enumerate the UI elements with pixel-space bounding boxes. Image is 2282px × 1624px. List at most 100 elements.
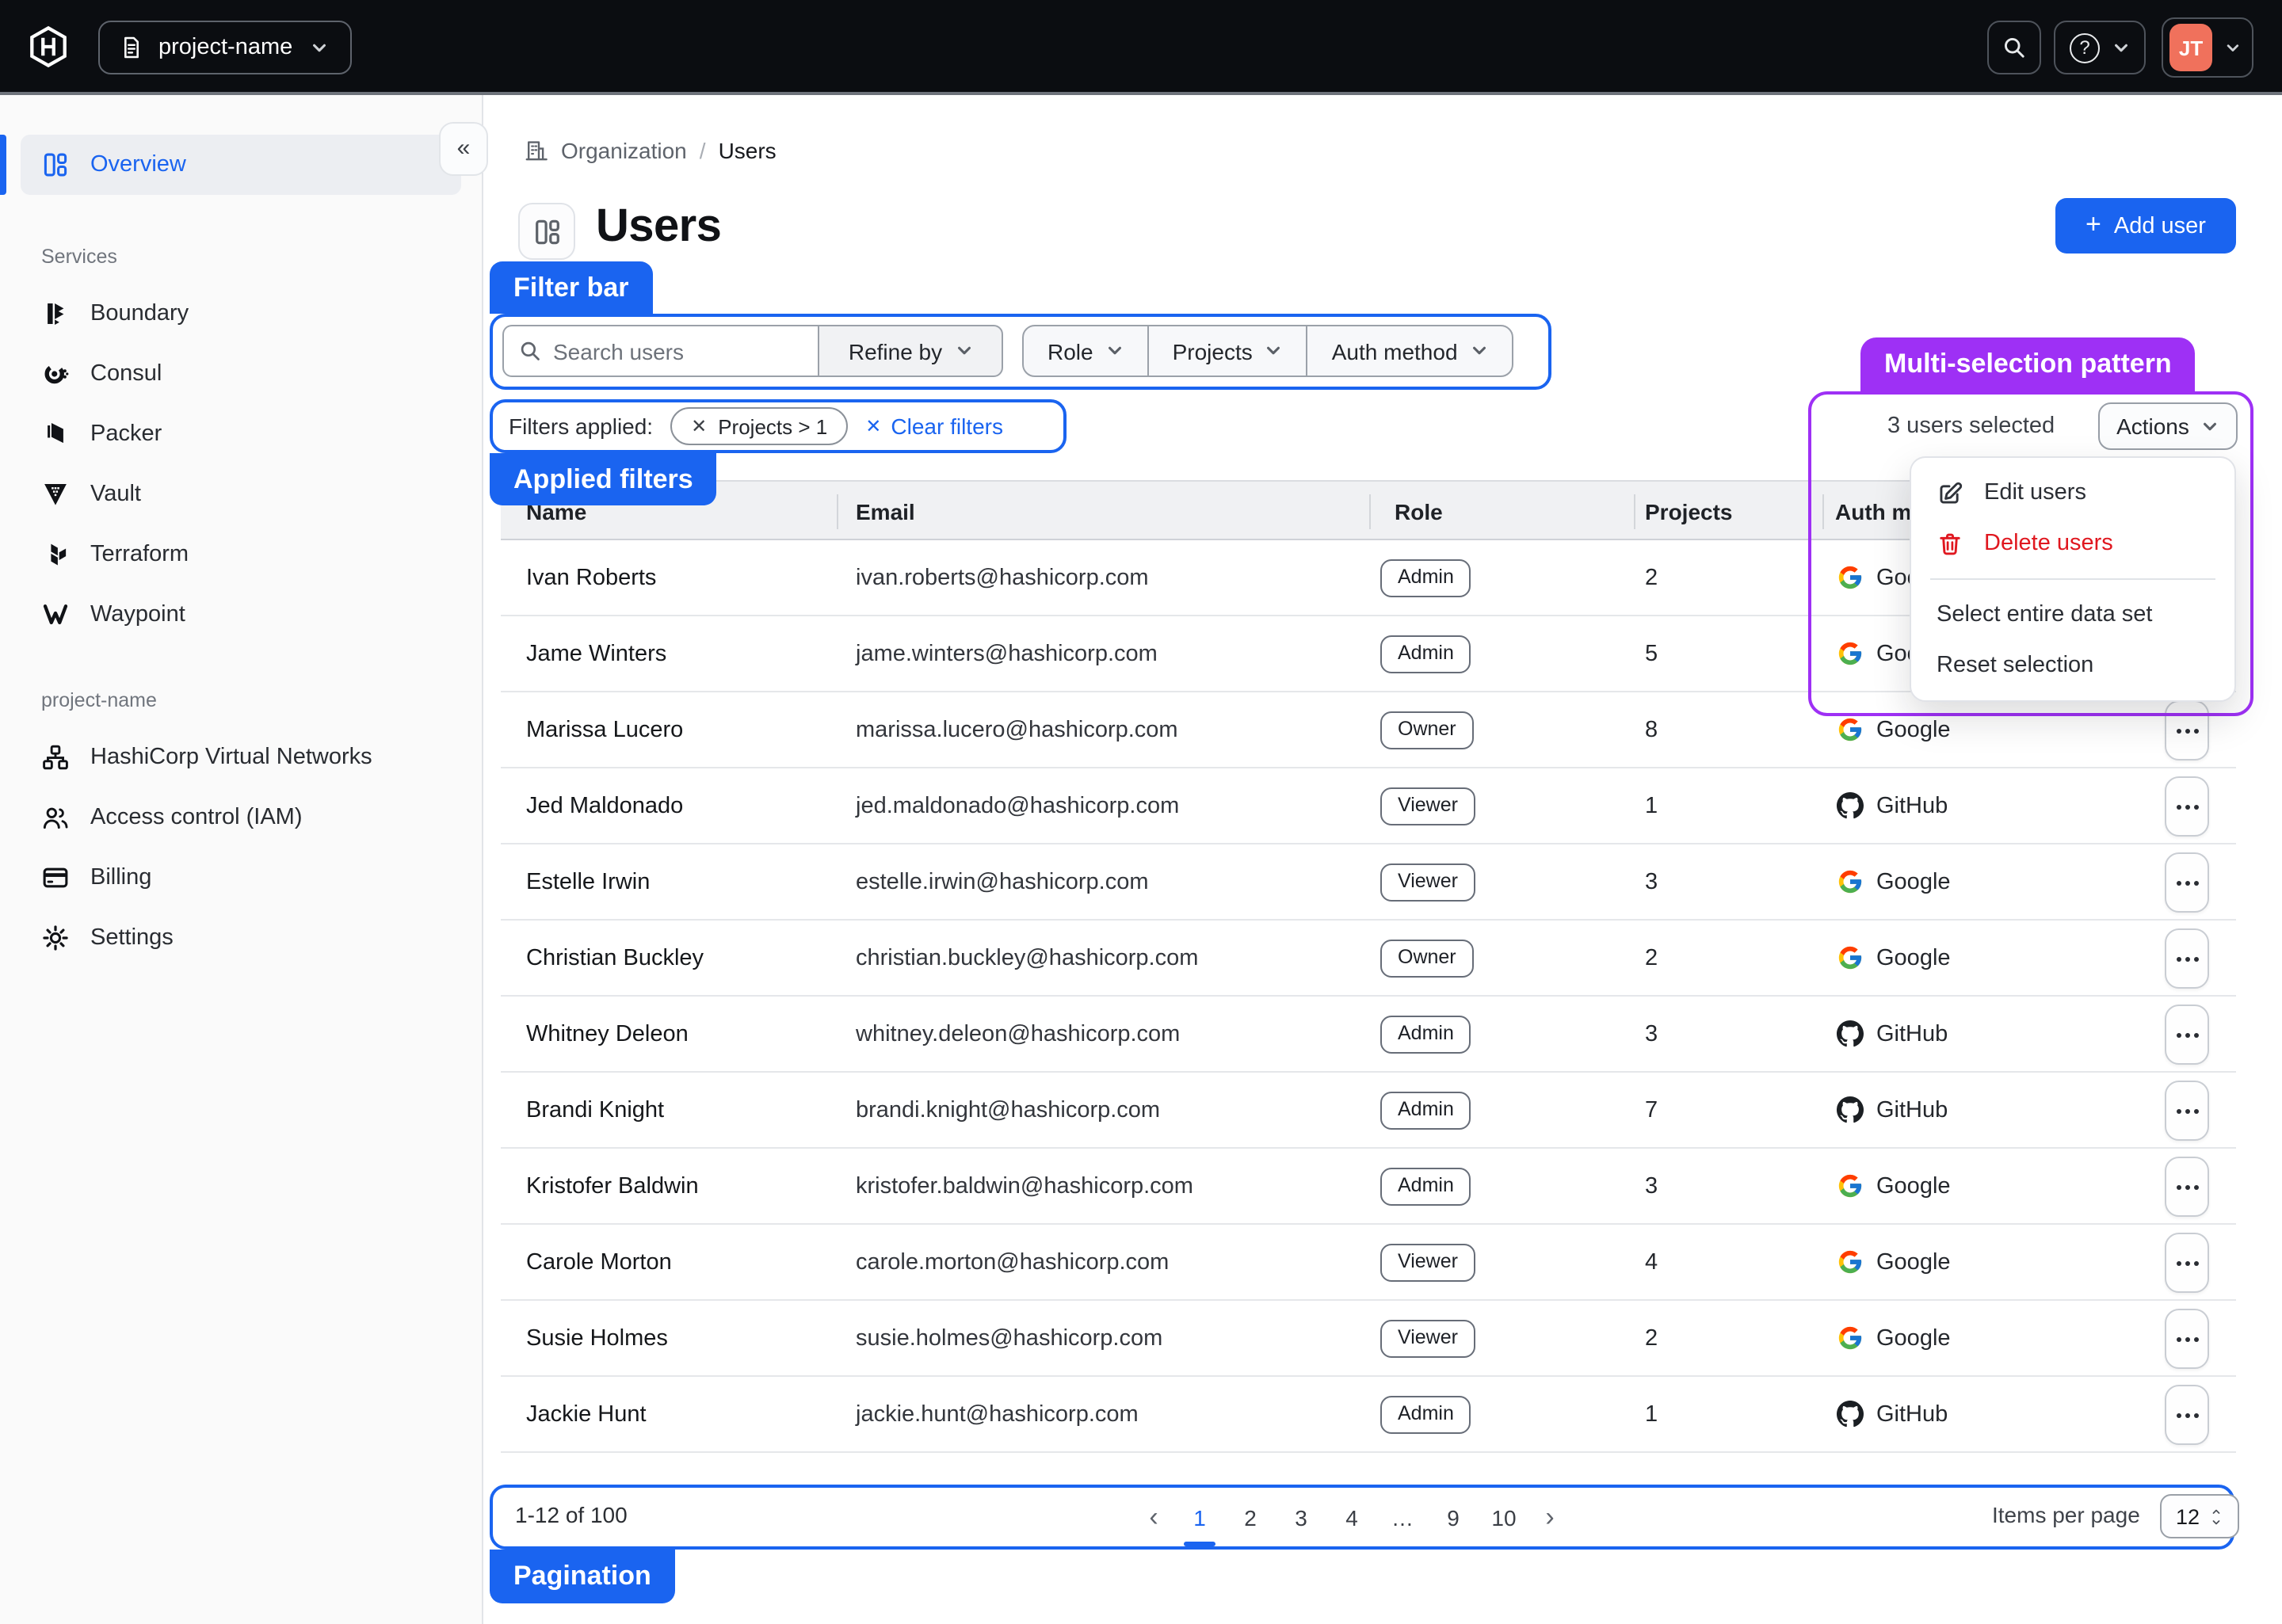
sidebar-item-overview[interactable]: Overview (21, 135, 461, 195)
items-per-page-select[interactable]: 12 (2160, 1494, 2239, 1538)
page-number[interactable]: … (1377, 1488, 1428, 1546)
row-overflow-button[interactable] (2165, 852, 2209, 913)
page-number[interactable]: 10 (1479, 1488, 1529, 1546)
auth-provider: Google (1876, 844, 1951, 921)
refine-by-dropdown[interactable]: Refine by (818, 325, 1003, 377)
auth-provider-icon (1837, 564, 1864, 591)
chevron-down-icon (955, 342, 972, 360)
auth-provider-icon (1837, 1020, 1864, 1047)
sidebar-item-service[interactable]: Consul (21, 344, 461, 404)
table-row: Carole Morton carole.morton@hashicorp.co… (501, 1225, 2236, 1301)
page-number[interactable]: 9 (1428, 1488, 1479, 1546)
avatar: JT (2169, 24, 2212, 71)
sidebar-item-project[interactable]: HashiCorp Virtual Networks (21, 727, 461, 787)
actions-menu-item[interactable]: Delete users (1911, 518, 2234, 569)
project-section-label: project-name (41, 689, 441, 711)
filter-search-group: Refine by (502, 325, 1003, 377)
close-icon: ✕ (865, 417, 881, 436)
row-overflow-button[interactable] (2165, 1385, 2209, 1445)
previous-page-button[interactable]: ‹ (1133, 1488, 1174, 1546)
row-overflow-button[interactable] (2165, 1157, 2209, 1217)
sidebar-item-label: Access control (IAM) (90, 805, 303, 830)
user-email: christian.buckley@hashicorp.com (856, 921, 1198, 997)
user-name: Jackie Hunt (526, 1377, 647, 1453)
page-number[interactable]: 2 (1225, 1488, 1276, 1546)
sidebar-collapse-button[interactable]: « (439, 122, 488, 176)
help-menu-button[interactable]: ? (2054, 21, 2146, 74)
building-icon (523, 138, 548, 163)
row-overflow-button[interactable] (2165, 1233, 2209, 1293)
sidebar-item-service[interactable]: Boundary (21, 284, 461, 344)
actions-button[interactable]: Actions (2098, 402, 2238, 450)
sidebar-item-project[interactable]: Settings (21, 908, 461, 968)
user-email: marissa.lucero@hashicorp.com (856, 692, 1178, 768)
row-overflow-button[interactable] (2165, 1081, 2209, 1141)
service-icon (41, 480, 70, 509)
row-overflow-button[interactable] (2165, 776, 2209, 837)
add-user-button[interactable]: + Add user (2055, 198, 2236, 254)
sidebar: Overview Services Boundary Consul Packer… (0, 95, 483, 1624)
role-badge: Owner (1380, 940, 1474, 977)
project-item-icon (41, 743, 70, 772)
sidebar-item-project[interactable]: Billing (21, 848, 461, 908)
filter-dropdown-group: Role Projects Auth method (1022, 325, 1513, 377)
sidebar-item-label: Overview (90, 152, 186, 177)
role-badge: Admin (1380, 559, 1471, 597)
dismiss-icon[interactable]: ✕ (691, 417, 707, 436)
role-badge: Admin (1380, 1092, 1471, 1129)
search-input[interactable] (502, 325, 818, 377)
table-row: Estelle Irwin estelle.irwin@hashicorp.co… (501, 844, 2236, 921)
sidebar-item-service[interactable]: Terraform (21, 524, 461, 585)
user-email: kristofer.baldwin@hashicorp.com (856, 1149, 1193, 1225)
filter-dropdown[interactable]: Auth method (1307, 326, 1512, 376)
row-overflow-button[interactable] (2165, 1005, 2209, 1065)
sidebar-item-label: Terraform (90, 542, 189, 567)
table-row: Brandi Knight brandi.knight@hashicorp.co… (501, 1073, 2236, 1149)
auth-provider-icon (1837, 868, 1864, 895)
menu-item-icon (1937, 530, 1963, 557)
page-number[interactable]: 3 (1276, 1488, 1326, 1546)
user-menu-button[interactable]: JT (2162, 17, 2253, 78)
help-icon: ? (2070, 32, 2100, 63)
filter-dropdown[interactable]: Role (1024, 326, 1147, 376)
user-name: Christian Buckley (526, 921, 704, 997)
sidebar-item-project[interactable]: Access control (IAM) (21, 787, 461, 848)
grid-icon (41, 151, 70, 179)
column-header-role[interactable]: Role (1395, 482, 1443, 542)
column-header-email[interactable]: Email (856, 482, 915, 542)
page-number[interactable]: 4 (1326, 1488, 1377, 1546)
row-overflow-button[interactable] (2165, 700, 2209, 761)
actions-menu-item[interactable]: Select entire data set (1911, 589, 2234, 640)
annotation-filter-bar: Filter bar (490, 261, 653, 314)
next-page-button[interactable]: › (1529, 1488, 1570, 1546)
search-icon (2002, 35, 2027, 60)
column-header-projects[interactable]: Projects (1645, 482, 1733, 542)
user-name: Marissa Lucero (526, 692, 683, 768)
filter-dropdown[interactable]: Projects (1147, 326, 1307, 376)
row-overflow-button[interactable] (2165, 1309, 2209, 1369)
clear-filters-link[interactable]: ✕ Clear filters (865, 414, 1003, 439)
auth-provider: GitHub (1876, 1073, 1948, 1149)
projects-count: 5 (1645, 616, 1658, 692)
user-email: jame.winters@hashicorp.com (856, 616, 1158, 692)
user-email: jackie.hunt@hashicorp.com (856, 1377, 1139, 1453)
row-overflow-button[interactable] (2165, 928, 2209, 989)
page-number[interactable]: 1 (1174, 1488, 1225, 1546)
actions-menu-item[interactable]: Edit users (1911, 467, 2234, 518)
sidebar-item-label: Vault (90, 482, 141, 507)
sidebar-item-label: Consul (90, 361, 162, 387)
global-search-button[interactable] (1987, 21, 2041, 74)
role-badge: Viewer (1380, 1320, 1475, 1357)
projects-count: 2 (1645, 921, 1658, 997)
sidebar-item-service[interactable]: Waypoint (21, 585, 461, 645)
actions-menu-item[interactable]: Reset selection (1911, 640, 2234, 691)
ellipsis-icon (2185, 1108, 2189, 1113)
ellipsis-icon (2185, 1412, 2189, 1417)
user-name: Jame Winters (526, 616, 666, 692)
breadcrumb-organization[interactable]: Organization (561, 138, 687, 163)
filter-chip[interactable]: ✕ Projects > 1 (670, 407, 848, 445)
project-switcher[interactable]: project-name (98, 21, 352, 74)
sidebar-item-service[interactable]: Vault (21, 464, 461, 524)
sidebar-item-service[interactable]: Packer (21, 404, 461, 464)
chevron-down-icon (1106, 342, 1124, 360)
